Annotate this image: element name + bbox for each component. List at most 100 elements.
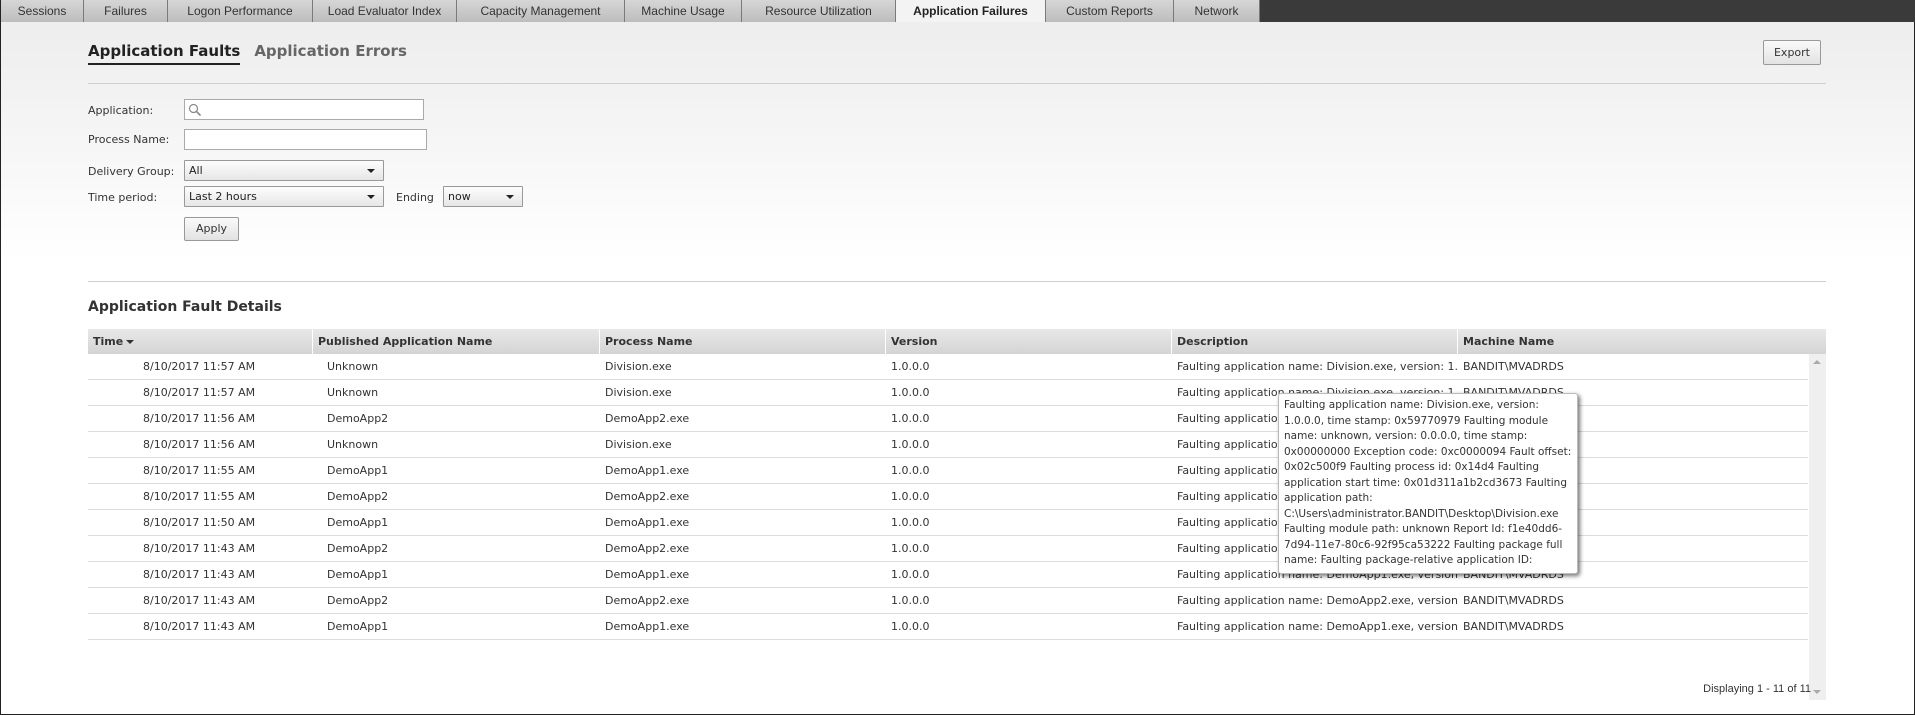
cell-version: 1.0.0.0 bbox=[891, 386, 930, 399]
cell-process-name: DemoApp1.exe bbox=[605, 568, 690, 581]
column-header-version[interactable]: Version bbox=[886, 329, 1172, 354]
cell-time: 8/10/2017 11:43 AM bbox=[88, 614, 313, 639]
cell-version: 1.0.0.0 bbox=[891, 438, 930, 451]
time-period-label: Time period: bbox=[88, 191, 158, 204]
tab-application-failures[interactable]: Application Failures bbox=[896, 0, 1046, 22]
process-name-input[interactable] bbox=[184, 129, 427, 150]
cell-time: 8/10/2017 11:56 AM bbox=[88, 406, 313, 431]
table-row[interactable]: 8/10/2017 11:43 AM DemoApp1 DemoApp1.exe 1.… bbox=[88, 614, 1808, 640]
subtab-application-faults[interactable]: Application Faults bbox=[88, 42, 241, 65]
tab-logon-performance[interactable]: Logon Performance bbox=[168, 0, 313, 22]
tab-load-evaluator-index[interactable]: Load Evaluator Index bbox=[313, 0, 457, 22]
cell-published-application-name: DemoApp1 bbox=[327, 620, 389, 633]
column-header-process-name[interactable]: Process Name bbox=[600, 329, 886, 354]
cell-published-application-name: DemoApp2 bbox=[327, 490, 389, 503]
cell-published-application-name: DemoApp1 bbox=[327, 464, 389, 477]
grid-header: Time Published Application Name Process … bbox=[88, 329, 1826, 354]
cell-time-text: 8/10/2017 11:56 AM bbox=[143, 412, 256, 425]
cell-time-text: 8/10/2017 11:43 AM bbox=[143, 620, 256, 633]
cell-time: 8/10/2017 11:50 AM bbox=[88, 510, 313, 535]
subtab-application-errors[interactable]: Application Errors bbox=[254, 42, 407, 65]
column-header-description[interactable]: Description bbox=[1172, 329, 1458, 354]
cell-process-name: DemoApp1.exe bbox=[605, 464, 690, 477]
table-row[interactable]: 8/10/2017 11:43 AM DemoApp2 DemoApp2.exe 1.… bbox=[88, 588, 1808, 614]
cell-version: 1.0.0.0 bbox=[891, 360, 930, 373]
vertical-scrollbar[interactable] bbox=[1809, 354, 1826, 700]
ending-value: now bbox=[448, 190, 471, 203]
tab-custom-reports[interactable]: Custom Reports bbox=[1046, 0, 1174, 22]
chevron-down-icon bbox=[367, 169, 375, 173]
cell-time: 8/10/2017 11:56 AM bbox=[88, 432, 313, 457]
sub-tabs: Application Faults Application Errors bbox=[88, 42, 407, 65]
cell-process-name: DemoApp2.exe bbox=[605, 412, 690, 425]
cell-time-text: 8/10/2017 11:43 AM bbox=[143, 568, 256, 581]
cell-version: 1.0.0.0 bbox=[891, 568, 930, 581]
section-title: Application Fault Details bbox=[88, 299, 282, 315]
cell-machine-name: BANDIT\MVADRDS bbox=[1463, 594, 1564, 607]
cell-time: 8/10/2017 11:43 AM bbox=[88, 588, 313, 613]
cell-time-text: 8/10/2017 11:55 AM bbox=[143, 464, 256, 477]
ending-select[interactable]: now bbox=[443, 186, 523, 207]
cell-published-application-name: Unknown bbox=[327, 438, 379, 451]
cell-time: 8/10/2017 11:43 AM bbox=[88, 562, 313, 587]
column-header-machine-name[interactable]: Machine Name bbox=[1458, 329, 1826, 354]
cell-description: Faulting application name: DemoApp2.exe,… bbox=[1177, 594, 1458, 607]
tab-sessions[interactable]: Sessions bbox=[1, 0, 84, 22]
cell-process-name: Division.exe bbox=[605, 386, 672, 399]
delivery-group-value: All bbox=[189, 164, 203, 177]
delivery-group-select[interactable]: All bbox=[184, 160, 384, 181]
application-label: Application: bbox=[88, 104, 154, 117]
description-tooltip: Faulting application name: Division.exe,… bbox=[1278, 393, 1578, 574]
cell-time: 8/10/2017 11:57 AM bbox=[88, 354, 313, 379]
ending-label: Ending bbox=[396, 191, 434, 204]
divider bbox=[88, 83, 1826, 84]
cell-process-name: DemoApp1.exe bbox=[605, 516, 690, 529]
cell-process-name: DemoApp2.exe bbox=[605, 542, 690, 555]
cell-time-text: 8/10/2017 11:56 AM bbox=[143, 438, 256, 451]
cell-version: 1.0.0.0 bbox=[891, 516, 930, 529]
cell-published-application-name: DemoApp1 bbox=[327, 516, 389, 529]
apply-button[interactable]: Apply bbox=[184, 217, 239, 241]
time-period-select[interactable]: Last 2 hours bbox=[184, 186, 384, 207]
cell-machine-name: BANDIT\MVADRDS bbox=[1463, 620, 1564, 633]
tab-machine-usage[interactable]: Machine Usage bbox=[625, 0, 742, 22]
paging-status: Displaying 1 - 11 of 11 bbox=[1703, 683, 1811, 695]
export-button[interactable]: Export bbox=[1763, 40, 1821, 65]
cell-version: 1.0.0.0 bbox=[891, 490, 930, 503]
cell-time-text: 8/10/2017 11:43 AM bbox=[143, 594, 256, 607]
cell-time-text: 8/10/2017 11:55 AM bbox=[143, 490, 256, 503]
tab-capacity-management[interactable]: Capacity Management bbox=[457, 0, 625, 22]
scroll-down-icon[interactable] bbox=[1813, 690, 1821, 694]
time-period-value: Last 2 hours bbox=[189, 190, 257, 203]
divider bbox=[88, 281, 1826, 282]
cell-process-name: DemoApp2.exe bbox=[605, 490, 690, 503]
cell-version: 1.0.0.0 bbox=[891, 542, 930, 555]
column-header-published-application-name[interactable]: Published Application Name bbox=[313, 329, 600, 354]
column-header-time[interactable]: Time bbox=[88, 329, 313, 354]
cell-version: 1.0.0.0 bbox=[891, 412, 930, 425]
cell-version: 1.0.0.0 bbox=[891, 620, 930, 633]
cell-time: 8/10/2017 11:55 AM bbox=[88, 458, 313, 483]
cell-time-text: 8/10/2017 11:57 AM bbox=[143, 386, 256, 399]
scroll-up-icon[interactable] bbox=[1813, 360, 1821, 364]
tab-resource-utilization[interactable]: Resource Utilization bbox=[742, 0, 896, 22]
cell-published-application-name: DemoApp1 bbox=[327, 568, 389, 581]
cell-machine-name: BANDIT\MVADRDS bbox=[1463, 360, 1564, 373]
cell-version: 1.0.0.0 bbox=[891, 464, 930, 477]
report-tab-bar: Sessions Failures Logon Performance Load… bbox=[1, 0, 1915, 22]
chevron-down-icon bbox=[367, 195, 375, 199]
cell-time: 8/10/2017 11:57 AM bbox=[88, 380, 313, 405]
tab-failures[interactable]: Failures bbox=[84, 0, 168, 22]
tab-network[interactable]: Network bbox=[1174, 0, 1260, 22]
search-icon bbox=[188, 103, 202, 117]
report-page: Sessions Failures Logon Performance Load… bbox=[0, 0, 1915, 715]
cell-description: Faulting application name: Division.exe,… bbox=[1177, 360, 1458, 373]
application-search-input[interactable] bbox=[184, 99, 424, 120]
cell-time: 8/10/2017 11:55 AM bbox=[88, 484, 313, 509]
table-row[interactable]: 8/10/2017 11:57 AM Unknown Division.exe 1.0… bbox=[88, 354, 1808, 380]
cell-published-application-name: DemoApp2 bbox=[327, 542, 389, 555]
cell-published-application-name: Unknown bbox=[327, 360, 379, 373]
cell-description: Faulting application name: DemoApp1.exe,… bbox=[1177, 620, 1458, 633]
cell-time-text: 8/10/2017 11:43 AM bbox=[143, 542, 256, 555]
cell-version: 1.0.0.0 bbox=[891, 594, 930, 607]
